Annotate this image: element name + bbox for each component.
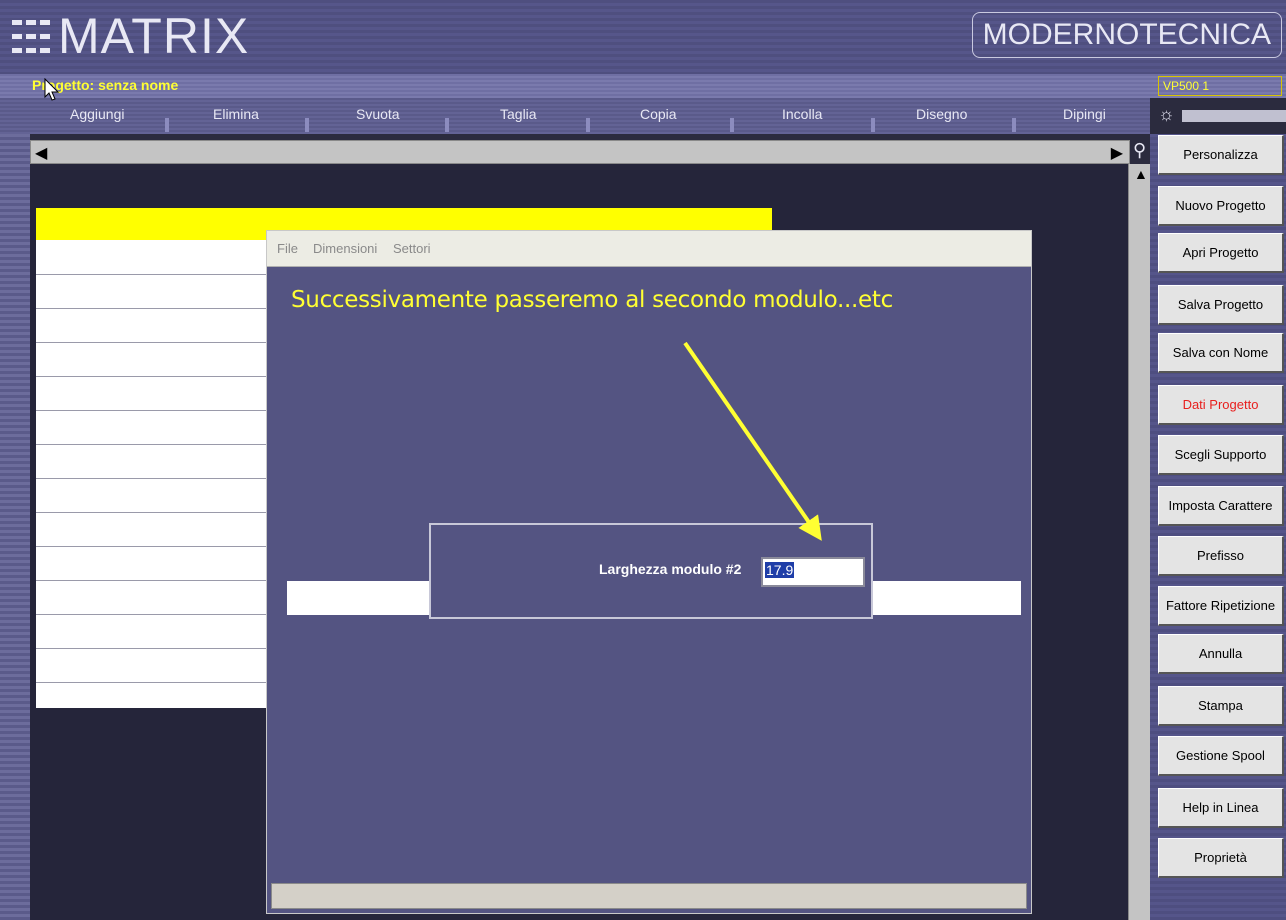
menu-separator: [586, 118, 590, 132]
apri-progetto-button[interactable]: Apri Progetto: [1158, 233, 1284, 273]
grid-row-line: [36, 614, 268, 615]
nuovo-progetto-button[interactable]: Nuovo Progetto: [1158, 186, 1284, 226]
version-field: VP500 1: [1158, 76, 1282, 96]
dati-progetto-button[interactable]: Dati Progetto: [1158, 385, 1284, 425]
menu-separator: [871, 118, 875, 132]
fattore-ripetizione-button[interactable]: Fattore Ripetizione: [1158, 586, 1284, 626]
salva-con-nome-button[interactable]: Salva con Nome: [1158, 333, 1284, 373]
app-header: MATRIX MODERNOTECNICA: [0, 0, 1286, 74]
imposta-carattere-button[interactable]: Imposta Carattere: [1158, 486, 1284, 526]
project-bar: Progetto: senza nome VP500 1: [0, 74, 1286, 98]
arrow-left-icon[interactable]: ◀: [35, 143, 47, 163]
proprieta-button[interactable]: Proprietà: [1158, 838, 1284, 878]
menu-separator: [1012, 118, 1016, 132]
menu-disegno[interactable]: Disegno: [916, 106, 967, 122]
annulla-button[interactable]: Annulla: [1158, 634, 1284, 674]
menu-separator: [445, 118, 449, 132]
grid-row-line: [36, 682, 268, 683]
module-grid[interactable]: [36, 240, 268, 708]
scegli-supporto-button[interactable]: Scegli Supporto: [1158, 435, 1284, 475]
grid-row-line: [36, 546, 268, 547]
menu-incolla[interactable]: Incolla: [782, 106, 822, 122]
arrow-right-icon[interactable]: ▶: [1111, 143, 1123, 163]
grid-row-line: [36, 342, 268, 343]
grid-row-line: [36, 512, 268, 513]
left-decorative-strip: [0, 134, 30, 920]
grid-row-line: [36, 410, 268, 411]
brightness-control[interactable]: ☼: [1158, 104, 1286, 128]
horizontal-scrollbar[interactable]: ◀ ▶: [30, 140, 1130, 164]
personalizza-button[interactable]: Personalizza: [1158, 135, 1284, 175]
gestione-spool-button[interactable]: Gestione Spool: [1158, 736, 1284, 776]
arrow-up-icon[interactable]: ▲: [1134, 166, 1148, 182]
menu-dipingi[interactable]: Dipingi: [1063, 106, 1106, 122]
grid-row-line: [36, 274, 268, 275]
dialog-status-bar: [271, 883, 1027, 909]
menu-elimina[interactable]: Elimina: [213, 106, 259, 122]
grid-row-line: [36, 308, 268, 309]
menu-taglia[interactable]: Taglia: [500, 106, 537, 122]
sun-icon: ☼: [1158, 104, 1175, 124]
dimensions-dialog: File Dimensioni Settori Successivamente …: [266, 230, 1032, 914]
salva-progetto-button[interactable]: Salva Progetto: [1158, 285, 1284, 325]
app-logo: MATRIX: [12, 6, 249, 66]
logo-text: MATRIX: [58, 8, 250, 64]
grid-row-line: [36, 648, 268, 649]
help-in-linea-button[interactable]: Help in Linea: [1158, 788, 1284, 828]
grid-row-line: [36, 478, 268, 479]
menu-separator: [165, 118, 169, 132]
annotation-arrow-icon: [683, 341, 822, 541]
menu-svuota[interactable]: Svuota: [356, 106, 400, 122]
grid-row-line: [36, 376, 268, 377]
menu-bar: Aggiungi Elimina Svuota Taglia Copia Inc…: [0, 98, 1150, 134]
logo-dots-icon: [12, 17, 50, 55]
grid-row-line: [36, 444, 268, 445]
menu-separator: [305, 118, 309, 132]
grid-row-line: [36, 580, 268, 581]
magnifier-icon[interactable]: ⚲: [1133, 140, 1146, 161]
menu-separator: [730, 118, 734, 132]
brightness-slider[interactable]: [1182, 110, 1286, 122]
menu-aggiungi[interactable]: Aggiungi: [70, 106, 125, 122]
mouse-pointer-icon: [44, 78, 60, 101]
vertical-scrollbar[interactable]: ▲: [1128, 164, 1150, 920]
brand-label: MODERNOTECNICA: [971, 12, 1282, 58]
menu-copia[interactable]: Copia: [640, 106, 677, 122]
prefisso-button[interactable]: Prefisso: [1158, 536, 1284, 576]
stampa-button[interactable]: Stampa: [1158, 686, 1284, 726]
